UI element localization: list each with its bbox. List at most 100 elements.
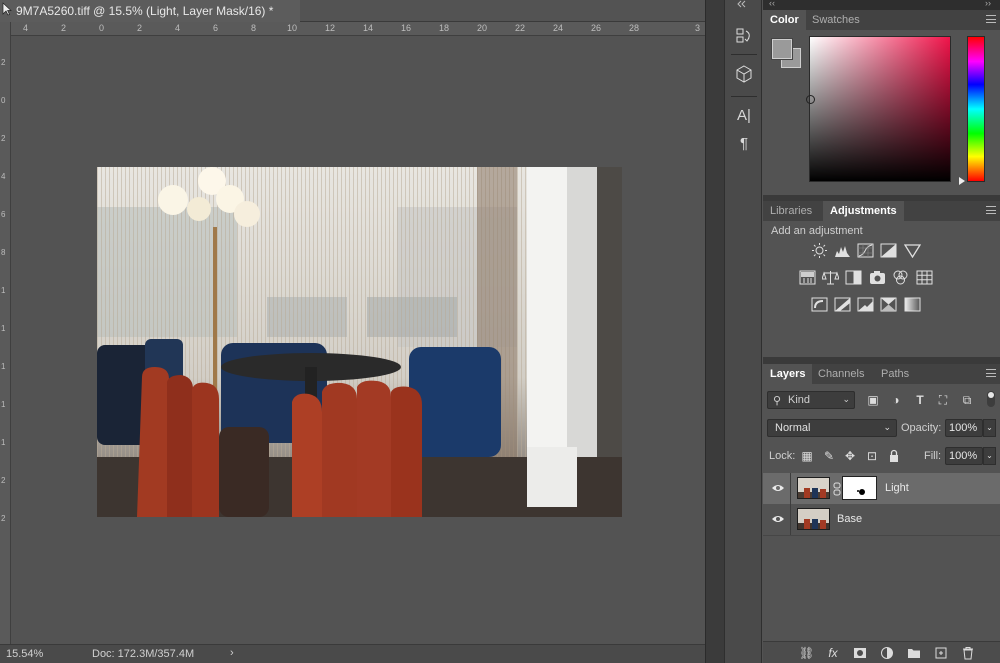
ruler-tick: 4: [1, 172, 6, 181]
visibility-eye-icon[interactable]: [771, 513, 785, 525]
lock-position-icon[interactable]: ✥: [843, 449, 857, 463]
ruler-tick: 1: [1, 362, 6, 371]
ruler-tick: 12: [325, 23, 336, 33]
expand-panels-icon[interactable]: ››: [985, 0, 991, 8]
close-tab-icon[interactable]: [2, 2, 12, 16]
ruler-tick: 10: [287, 23, 298, 33]
status-menu-arrow[interactable]: ›: [230, 647, 234, 659]
tab-color[interactable]: Color: [763, 10, 806, 30]
vertical-ruler[interactable]: 2 0 2 4 6 8 1 1 1 1 1 2 2: [0, 22, 11, 644]
photo-filter-icon[interactable]: [869, 270, 886, 285]
color-picker-cursor[interactable]: [806, 95, 815, 104]
layer-thumbnail[interactable]: [797, 508, 830, 530]
new-group-icon[interactable]: [907, 646, 921, 660]
black-white-icon[interactable]: [845, 270, 862, 285]
lock-label: Lock:: [769, 450, 796, 462]
image-filter-icon[interactable]: ▣: [866, 393, 880, 407]
ruler-tick: 1: [1, 324, 6, 333]
channel-mixer-icon[interactable]: [892, 270, 909, 285]
color-picker-field[interactable]: [806, 36, 951, 182]
fill-dropdown-icon[interactable]: ⌄: [983, 447, 996, 465]
adjustment-filter-icon[interactable]: ◑: [889, 393, 903, 407]
collapse-dock-icon[interactable]: [729, 0, 759, 8]
paragraph-icon[interactable]: ¶: [734, 134, 754, 154]
horizontal-ruler[interactable]: 4 2 0 2 4 6 8 10 12 14 16 18 20 22 24 26…: [11, 22, 705, 36]
type-filter-icon[interactable]: T: [913, 393, 927, 407]
threshold-icon[interactable]: [857, 297, 874, 312]
vibrance-icon[interactable]: [799, 270, 816, 285]
ruler-tick: 2: [1, 476, 6, 485]
new-layer-icon[interactable]: [934, 646, 948, 660]
lock-transparent-pixels-icon[interactable]: ▦: [800, 449, 814, 463]
add-mask-icon[interactable]: [853, 646, 867, 660]
color-lookup-icon[interactable]: [916, 270, 933, 285]
filter-toggle-icon[interactable]: [987, 390, 995, 408]
fill-input[interactable]: 100%: [945, 447, 983, 465]
invert-icon[interactable]: [811, 297, 828, 312]
balance-scale-icon[interactable]: [822, 270, 839, 285]
layer-mask-thumbnail[interactable]: [842, 476, 877, 500]
panel-collapse-strip: [705, 0, 724, 663]
lock-image-pixels-icon[interactable]: ✎: [822, 449, 836, 463]
gradient-map-icon[interactable]: [904, 297, 921, 312]
layer-name[interactable]: Light: [885, 482, 909, 494]
gradient-triangle-icon[interactable]: [904, 243, 921, 258]
tab-paths[interactable]: Paths: [874, 364, 916, 384]
blend-mode-select[interactable]: Normal ⌄: [767, 419, 897, 437]
link-layers-icon[interactable]: ⛓: [799, 646, 814, 660]
color-panel-tabs: Color Swatches: [763, 10, 1000, 30]
document-title[interactable]: 9M7A5260.tiff @ 15.5% (Light, Layer Mask…: [16, 4, 273, 18]
right-panel-column: ‹‹ ›› Color Swatches Libraries Adjustmen: [763, 0, 1000, 663]
panel-menu-icon[interactable]: [986, 369, 996, 377]
brightness-contrast-icon[interactable]: [811, 243, 828, 258]
tab-adjustments[interactable]: Adjustments: [823, 201, 904, 221]
ruler-tick: 0: [99, 23, 105, 33]
ruler-tick: 2: [61, 23, 67, 33]
icon-dock: A| ¶: [724, 0, 762, 663]
layer-style-icon[interactable]: fx: [826, 646, 840, 660]
selective-color-icon[interactable]: [880, 297, 897, 312]
foreground-color-swatch[interactable]: [772, 39, 792, 59]
filter-kind-label: Kind: [788, 394, 811, 406]
layer-thumbnail[interactable]: [797, 477, 830, 499]
exposure-icon[interactable]: [880, 243, 897, 258]
layer-row-light[interactable]: Light: [763, 473, 1000, 504]
chevron-down-icon: ⌄: [883, 422, 891, 432]
history-icon[interactable]: [734, 26, 754, 46]
curves-icon[interactable]: [857, 243, 874, 258]
zoom-level[interactable]: 15.54%: [6, 648, 43, 660]
collapse-panels-icon[interactable]: ‹‹: [769, 0, 775, 8]
trash-icon[interactable]: [961, 646, 975, 660]
lock-artboard-icon[interactable]: ⊡: [865, 449, 879, 463]
layers-bottom-toolbar: ⛓ fx: [763, 641, 1000, 663]
tab-libraries[interactable]: Libraries: [763, 201, 819, 221]
shape-filter-icon[interactable]: ⛶: [936, 393, 950, 407]
layer-filter-kind-select[interactable]: ⚲ Kind ⌄: [767, 391, 855, 409]
layer-name[interactable]: Base: [837, 513, 862, 525]
canvas-area[interactable]: [11, 36, 705, 644]
3d-cube-icon[interactable]: [734, 64, 754, 84]
mask-link-icon[interactable]: [833, 482, 841, 496]
panel-menu-icon[interactable]: [986, 206, 996, 214]
posterize-icon[interactable]: [834, 297, 851, 312]
hue-slider[interactable]: [959, 36, 985, 185]
photoshop-window: 9M7A5260.tiff @ 15.5% (Light, Layer Mask…: [0, 0, 1000, 663]
character-icon[interactable]: A|: [734, 106, 754, 126]
panel-menu-icon[interactable]: [986, 15, 996, 23]
ruler-tick: 4: [175, 23, 181, 33]
new-adjustment-layer-icon[interactable]: [880, 646, 894, 660]
tab-channels[interactable]: Channels: [811, 364, 871, 384]
opacity-input[interactable]: 100%: [945, 419, 983, 437]
ruler-tick: 8: [1, 248, 6, 257]
tab-swatches[interactable]: Swatches: [805, 10, 867, 30]
document-image[interactable]: [97, 167, 622, 517]
smart-object-filter-icon[interactable]: ⧉: [960, 393, 974, 407]
visibility-eye-icon[interactable]: [771, 482, 785, 494]
lock-all-icon[interactable]: [887, 449, 901, 463]
layer-row-base[interactable]: Base: [763, 504, 1000, 535]
tab-layers[interactable]: Layers: [763, 364, 813, 384]
hue-slider-handle[interactable]: [959, 177, 965, 185]
ruler-tick: 16: [401, 23, 412, 33]
opacity-dropdown-icon[interactable]: ⌄: [983, 419, 996, 437]
levels-icon[interactable]: [834, 243, 851, 258]
